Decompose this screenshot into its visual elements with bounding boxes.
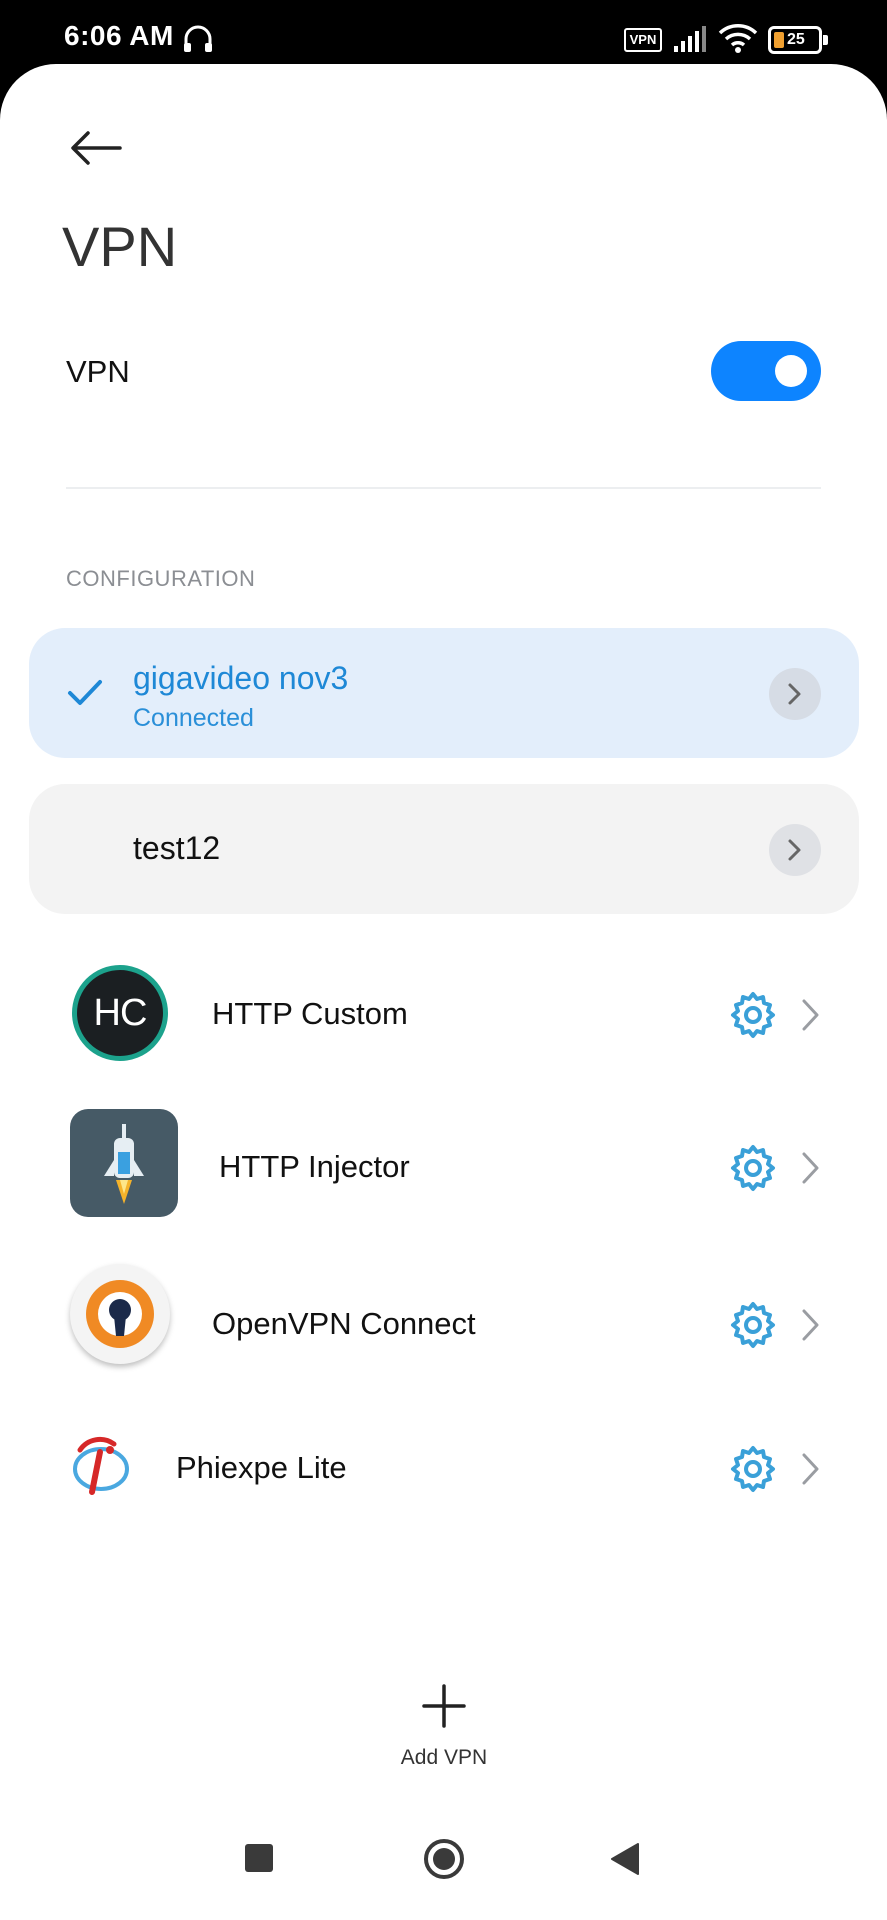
config-name: gigavideo nov3 bbox=[133, 660, 349, 696]
add-vpn-button[interactable]: Add VPN bbox=[384, 1684, 504, 1794]
check-icon bbox=[68, 680, 102, 705]
recents-button[interactable] bbox=[245, 1844, 273, 1872]
signal-icon bbox=[674, 26, 706, 52]
phiexpe-logo bbox=[70, 1436, 132, 1498]
battery-icon: 25 bbox=[768, 26, 828, 54]
add-vpn-label: Add VPN bbox=[400, 1746, 488, 1769]
vpn-toggle[interactable] bbox=[711, 341, 821, 401]
navigation-bar bbox=[0, 1800, 887, 1920]
config-name: test12 bbox=[133, 830, 221, 866]
chevron-right-icon bbox=[788, 683, 801, 705]
divider bbox=[66, 487, 821, 489]
back-button[interactable] bbox=[58, 108, 134, 188]
app-name: HTTP Custom bbox=[212, 996, 408, 1031]
config-detail-button[interactable] bbox=[769, 824, 821, 876]
configuration-header: CONFIGURATION bbox=[66, 566, 256, 591]
vpn-app-http-injector[interactable]: HTTP Injector bbox=[0, 1109, 887, 1229]
vpn-status-badge: VPN bbox=[624, 28, 662, 52]
status-time: 6:06 AM bbox=[64, 20, 174, 51]
vpn-app-phiexpe-lite[interactable]: Phiexpe Lite bbox=[0, 1406, 887, 1526]
chevron-right-icon[interactable] bbox=[800, 1308, 822, 1342]
chevron-right-icon[interactable] bbox=[800, 1452, 822, 1486]
headset-icon bbox=[184, 25, 212, 52]
app-name: OpenVPN Connect bbox=[212, 1306, 476, 1341]
toggle-knob bbox=[775, 355, 807, 387]
chevron-right-icon bbox=[788, 839, 801, 861]
home-button[interactable] bbox=[423, 1838, 465, 1880]
config-detail-button[interactable] bbox=[769, 668, 821, 720]
app-name: Phiexpe Lite bbox=[176, 1450, 347, 1485]
vpn-app-openvpn-connect[interactable]: OpenVPN Connect bbox=[0, 1264, 887, 1384]
wifi-icon bbox=[718, 24, 758, 53]
page-title: VPN bbox=[62, 215, 178, 278]
back-arrow-icon bbox=[71, 131, 122, 165]
gear-icon[interactable] bbox=[729, 1445, 777, 1493]
openvpn-logo bbox=[70, 1264, 170, 1364]
gear-icon[interactable] bbox=[729, 1301, 777, 1349]
vpn-settings-panel: VPN VPN CONFIGURATION gigavideo nov3 Con… bbox=[0, 64, 887, 1920]
gear-icon[interactable] bbox=[729, 1144, 777, 1192]
battery-level: 25 bbox=[787, 31, 805, 48]
nav-back-button[interactable] bbox=[610, 1842, 640, 1876]
chevron-right-icon[interactable] bbox=[800, 1151, 822, 1185]
vpn-toggle-label: VPN bbox=[66, 354, 130, 389]
gear-icon[interactable] bbox=[729, 991, 777, 1039]
config-item-gigavideo[interactable]: gigavideo nov3 Connected bbox=[29, 628, 859, 758]
plus-icon bbox=[422, 1684, 466, 1728]
config-status: Connected bbox=[133, 704, 254, 732]
config-item-test12[interactable]: test12 bbox=[29, 784, 859, 914]
http-injector-logo bbox=[70, 1109, 178, 1217]
status-bar: 6:06 AM VPN 25 bbox=[0, 0, 887, 64]
vpn-app-http-custom[interactable]: HC HTTP Custom bbox=[0, 954, 887, 1074]
http-custom-logo: HC bbox=[72, 965, 168, 1061]
chevron-right-icon[interactable] bbox=[800, 998, 822, 1032]
http-custom-logo-text: HC bbox=[93, 991, 148, 1034]
app-name: HTTP Injector bbox=[219, 1149, 410, 1184]
